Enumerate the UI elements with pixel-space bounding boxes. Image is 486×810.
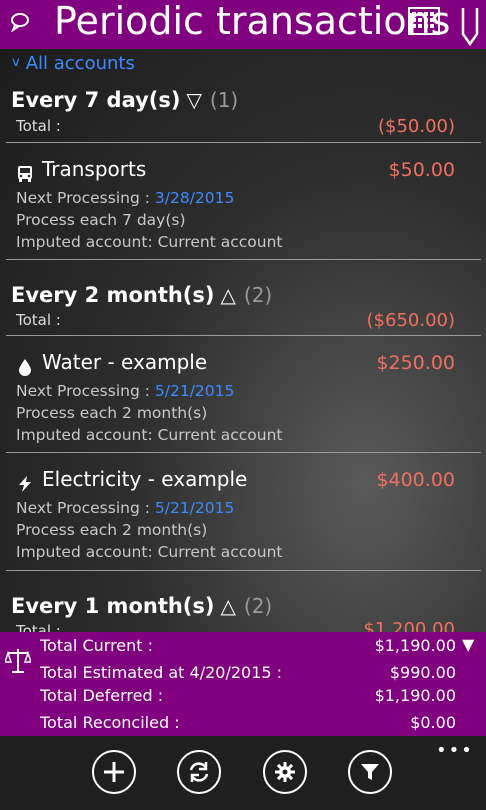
bus-icon (18, 166, 32, 182)
collapse-toggle-icon[interactable]: △ (221, 594, 236, 618)
group-title: Every 1 month(s) (11, 594, 215, 618)
summary-label: Total Current : (40, 636, 154, 655)
list-item[interactable]: Transports $50.00 Next Processing : 3/28… (16, 157, 461, 267)
calendar-icon[interactable] (408, 6, 440, 36)
collapse-toggle-icon[interactable]: ▽ (187, 88, 202, 112)
list-item[interactable]: Water - example $250.00 Next Processing … (16, 350, 461, 460)
group-title: Every 7 day(s) (11, 88, 181, 112)
totals-summary[interactable]: Total Current : $1,190.00 ▼ Total Estima… (0, 632, 486, 736)
divider (6, 452, 481, 453)
summary-value: $1,190.00 (374, 636, 456, 655)
chat-bubble-icon[interactable] (10, 12, 30, 32)
filter-icon (361, 764, 379, 780)
accounts-filter-label: All accounts (25, 53, 135, 74)
group-total-value: ($50.00) (377, 116, 455, 137)
lightning-icon (19, 476, 31, 492)
process-interval: Process each 2 month(s) (16, 404, 208, 422)
next-processing: Next Processing : 3/28/2015 (16, 189, 234, 207)
add-button[interactable] (92, 750, 136, 794)
add-icon (104, 762, 124, 782)
pen-icon[interactable] (460, 6, 480, 46)
settings-icon (275, 762, 295, 782)
transaction-name: Transports (42, 157, 147, 181)
filter-button[interactable] (348, 750, 392, 794)
process-interval: Process each 2 month(s) (16, 521, 208, 539)
app-bar: ••• (0, 736, 486, 810)
summary-label: Total Deferred : (40, 686, 164, 705)
divider (6, 259, 481, 260)
transaction-amount: $50.00 (388, 159, 455, 181)
group-count: (2) (243, 594, 273, 618)
next-processing-label: Next Processing : (16, 382, 155, 400)
chevron-down-icon: v (12, 55, 20, 70)
summary-label: Total Reconciled : (40, 713, 180, 732)
next-processing-label: Next Processing : (16, 189, 155, 207)
summary-value: $990.00 (389, 663, 456, 682)
group-count: (1) (209, 88, 239, 112)
imputed-account: Imputed account: Current account (16, 426, 283, 444)
group-total-label: Total : (16, 311, 61, 329)
transaction-name: Water - example (42, 350, 208, 374)
summary-value: $0.00 (410, 713, 456, 732)
page-title: Periodic transactions (54, 0, 451, 43)
list-item[interactable]: Electricity - example $400.00 Next Proce… (16, 467, 461, 577)
summary-value: $1,190.00 (374, 686, 456, 705)
next-processing-label: Next Processing : (16, 499, 155, 517)
group-count: (2) (243, 283, 273, 307)
settings-button[interactable] (263, 750, 307, 794)
expand-summary-icon[interactable]: ▼ (462, 635, 474, 654)
scale-icon (5, 649, 31, 673)
transaction-amount: $250.00 (376, 352, 455, 374)
imputed-account: Imputed account: Current account (16, 543, 283, 561)
next-processing-date: 5/21/2015 (154, 382, 235, 400)
more-options-button[interactable]: ••• (436, 740, 474, 761)
group-total-value: ($650.00) (366, 310, 455, 331)
next-processing: Next Processing : 5/21/2015 (16, 499, 234, 517)
next-processing: Next Processing : 5/21/2015 (16, 382, 234, 400)
app-header: Periodic transactions (0, 0, 486, 49)
water-drop-icon (19, 359, 31, 376)
transaction-name: Electricity - example (42, 467, 248, 491)
group-header-2-months[interactable]: Every 2 month(s) △ (2) (11, 283, 272, 307)
next-processing-date: 5/21/2015 (154, 499, 235, 517)
sync-icon (189, 762, 209, 782)
next-processing-date: 3/28/2015 (154, 189, 235, 207)
summary-label: Total Estimated at 4/20/2015 : (40, 663, 283, 682)
group-header-7-days[interactable]: Every 7 day(s) ▽ (1) (11, 88, 238, 112)
accounts-filter[interactable]: v All accounts (12, 53, 135, 74)
sync-button[interactable] (177, 750, 221, 794)
divider (6, 570, 481, 571)
group-title: Every 2 month(s) (11, 283, 215, 307)
group-total-label: Total : (16, 117, 61, 135)
group-header-1-month[interactable]: Every 1 month(s) △ (2) (11, 594, 272, 618)
process-interval: Process each 7 day(s) (16, 211, 186, 229)
collapse-toggle-icon[interactable]: △ (221, 283, 236, 307)
divider (6, 335, 481, 336)
divider (6, 142, 481, 143)
transaction-amount: $400.00 (376, 469, 455, 491)
imputed-account: Imputed account: Current account (16, 233, 283, 251)
